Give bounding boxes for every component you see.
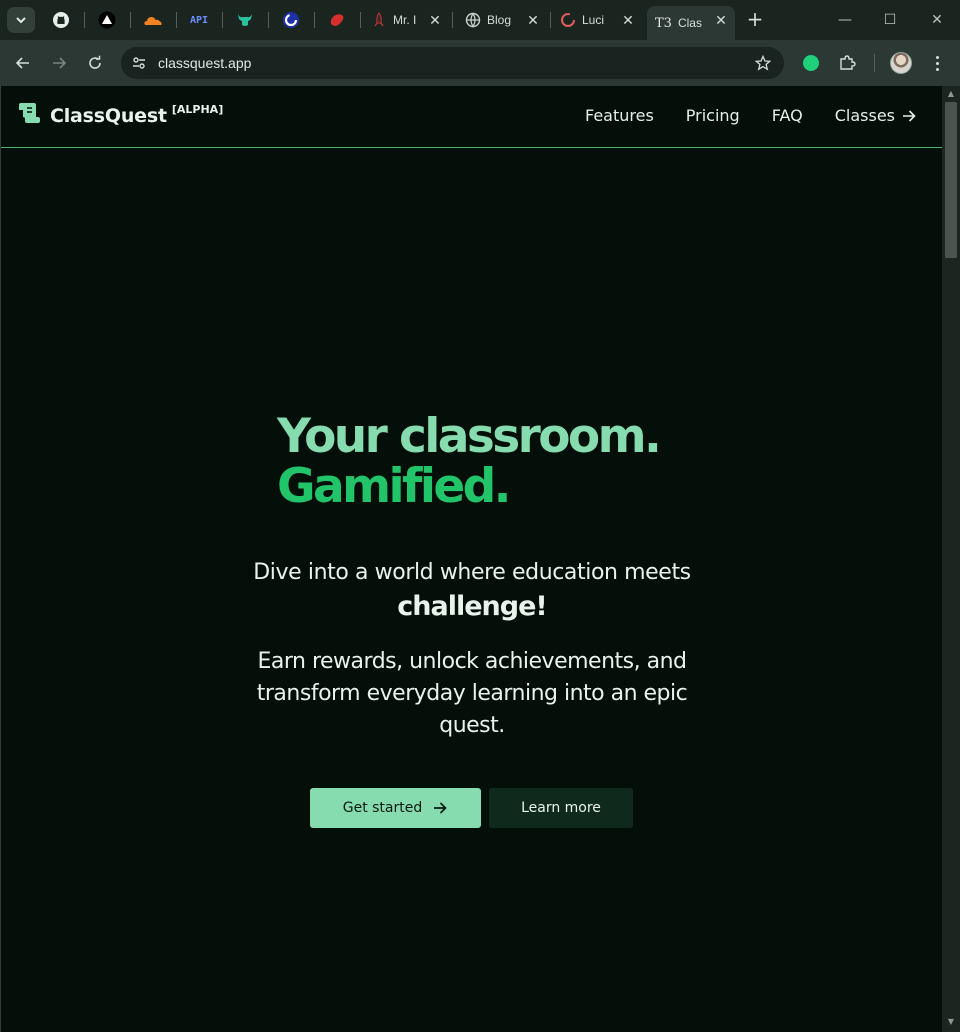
pinned-tab-bull[interactable] [233, 9, 257, 31]
profile-avatar[interactable] [890, 52, 912, 74]
arrow-left-icon [15, 57, 29, 69]
pinned-tab-github[interactable] [49, 9, 73, 31]
api-icon: API [189, 14, 209, 26]
close-tab-icon[interactable]: ✕ [620, 12, 636, 28]
site-info-button[interactable] [127, 51, 151, 75]
headline-line-1: Your classroom. [277, 409, 662, 464]
nav-pricing[interactable]: Pricing [686, 106, 740, 125]
extensions-button[interactable] [836, 52, 858, 74]
tab-title: Clas [677, 16, 702, 30]
tab-title: Luci [582, 13, 604, 27]
nav-classes-label: Classes [834, 106, 895, 125]
puzzle-icon [840, 55, 856, 70]
tab-search-button[interactable] [7, 7, 35, 33]
alpha-badge: [ALPHA] [171, 103, 224, 116]
learn-more-button[interactable]: Learn more [489, 788, 633, 828]
nav-faq[interactable]: FAQ [772, 106, 803, 125]
site-nav-links: Features Pricing FAQ Classes [585, 106, 917, 125]
hero-subheading: Dive into a world where education meets … [1, 556, 942, 624]
arrow-right-icon [53, 57, 67, 69]
address-bar[interactable]: classquest.app [121, 47, 784, 79]
pinned-tab-red[interactable] [325, 9, 349, 31]
page-scrollbar[interactable]: ▲ ▼ [942, 86, 960, 1032]
rocket-icon [374, 12, 384, 27]
subhead-emphasis: challenge! [397, 591, 547, 622]
pinned-tab-api[interactable]: API [187, 9, 211, 31]
t3-icon: T3 [655, 15, 672, 31]
brand-name: ClassQuest [50, 105, 167, 127]
reload-icon [89, 55, 101, 69]
scroll-down-icon[interactable]: ▼ [946, 1017, 956, 1027]
pinned-tab-cloudflare[interactable] [141, 9, 165, 31]
hero-headline: Your classroom. Gamified. [277, 409, 662, 514]
close-tab-icon[interactable]: ✕ [525, 12, 541, 28]
back-button[interactable] [10, 50, 36, 76]
hero-description: Earn rewards, unlock achievements, and t… [256, 649, 688, 738]
brand-logo[interactable]: ClassQuest [ALPHA] [16, 100, 223, 127]
bookmark-button[interactable] [752, 52, 774, 74]
browser-menu-button[interactable] [928, 52, 946, 74]
close-tab-icon[interactable]: ✕ [427, 12, 443, 28]
tab-blog[interactable]: Blog ✕ [457, 6, 547, 34]
tab-strip: API Mr. I ✕ Blog ✕ Luci ✕ T3 Clas ✕ + — … [0, 0, 960, 40]
pinned-tab-c[interactable] [279, 9, 303, 31]
globe-icon [465, 12, 481, 28]
scroll-logo-icon [19, 103, 40, 123]
scroll-up-icon[interactable]: ▲ [946, 89, 956, 99]
star-icon [755, 55, 771, 71]
get-started-label: Get started [342, 800, 423, 816]
vercel-triangle-icon [98, 11, 116, 29]
tab-classquest[interactable]: T3 Clas ✕ [647, 6, 735, 40]
nav-features[interactable]: Features [585, 106, 654, 125]
nav-classes[interactable]: Classes [835, 106, 917, 125]
c-circle-icon [283, 12, 299, 28]
red-blob-icon [330, 14, 344, 26]
reload-button[interactable] [82, 50, 108, 76]
chevron-down-icon [16, 17, 26, 24]
tab-lucia[interactable]: Luci ✕ [552, 6, 642, 34]
close-tab-icon[interactable]: ✕ [713, 12, 729, 28]
new-tab-button[interactable]: + [744, 9, 766, 31]
pinned-tab-vercel[interactable] [95, 9, 119, 31]
site-header: ClassQuest [ALPHA] Features Pricing FAQ … [1, 86, 942, 148]
github-icon [53, 12, 69, 28]
lucia-icon [561, 13, 575, 27]
subhead-text: Dive into a world where education meets [253, 560, 691, 585]
headline-line-2: Gamified. [277, 459, 512, 514]
close-window-button[interactable]: ✕ [922, 8, 952, 32]
get-started-button[interactable]: Get started [310, 788, 481, 828]
scroll-thumb[interactable] [945, 102, 957, 258]
page-viewport: ClassQuest [ALPHA] Features Pricing FAQ … [0, 86, 942, 1032]
arrow-right-icon [903, 109, 916, 122]
arrow-right-icon [434, 802, 447, 814]
tab-mr[interactable]: Mr. I ✕ [363, 6, 449, 34]
minimize-button[interactable]: — [830, 8, 860, 32]
maximize-button[interactable]: ☐ [875, 8, 905, 32]
tab-title: Mr. I [393, 13, 417, 27]
bull-icon [238, 14, 252, 26]
cta-row: Get started Learn more [310, 788, 633, 828]
extension-status-icon[interactable] [803, 55, 819, 71]
tune-icon [133, 57, 145, 69]
forward-button[interactable] [46, 50, 72, 76]
cloudflare-icon [144, 17, 162, 25]
url-text[interactable]: classquest.app [158, 55, 251, 71]
tab-title: Blog [487, 13, 511, 27]
